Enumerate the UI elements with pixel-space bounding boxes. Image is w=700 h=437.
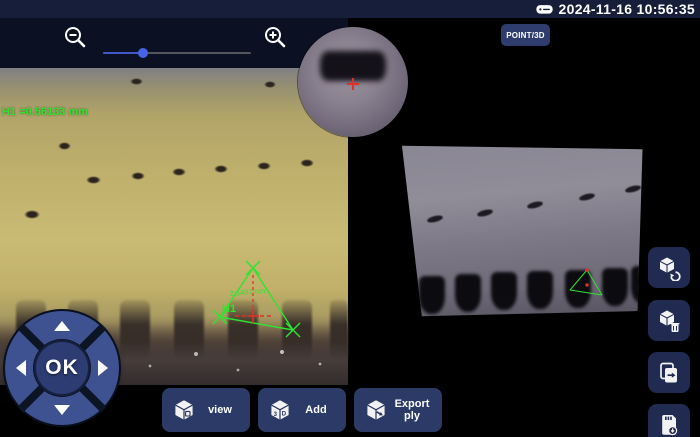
ok-label: OK (45, 356, 79, 380)
cloud-hole (427, 214, 444, 224)
storage-drive-icon (535, 2, 554, 16)
arrow-down-icon[interactable] (54, 405, 70, 415)
loupe-crosshair-icon (347, 78, 359, 90)
zoom-panel (0, 18, 348, 68)
measurement-readout: H1 =0.56133 mm (2, 106, 88, 118)
zoom-slider-thumb[interactable] (138, 48, 148, 58)
view-button-label: view (196, 404, 250, 416)
export-ply-button[interactable]: Export ply (354, 388, 442, 432)
dpad-control: OK (5, 311, 119, 425)
sd-card-save-icon (656, 412, 682, 437)
zoom-in-button[interactable] (262, 24, 288, 50)
surface-hole (300, 159, 314, 167)
surface-hole (24, 210, 40, 219)
cloud-hole (579, 192, 596, 202)
surface-hole (264, 81, 276, 88)
cloud-hole (527, 200, 544, 210)
cloud-notch (527, 271, 553, 309)
cursor-marker (585, 283, 588, 286)
cube-add-icon: 3 D (268, 398, 292, 422)
svg-text:D: D (282, 411, 287, 417)
rotate-model-button[interactable] (648, 247, 690, 288)
status-bar: 2024-11-16 10:56:35 (0, 0, 700, 18)
copy-pages-icon (656, 360, 682, 386)
save-to-sd-button[interactable] (648, 404, 690, 437)
arrow-up-icon[interactable] (54, 321, 70, 331)
surface-hole (257, 162, 271, 170)
cube-delete-icon (656, 308, 682, 334)
delete-model-button[interactable] (648, 300, 690, 341)
point-cloud-annotation (556, 256, 620, 306)
vertex-x-markers (213, 261, 300, 337)
surface-hole (172, 168, 186, 176)
surface-hole (130, 78, 143, 85)
arrow-right-icon[interactable] (98, 360, 108, 376)
add-button[interactable]: 3 D Add (258, 388, 346, 432)
ok-button[interactable]: OK (34, 340, 90, 396)
copy-export-button[interactable] (648, 352, 690, 393)
cloud-hole (625, 184, 642, 194)
surface-hole (86, 176, 101, 184)
loupe-preview (298, 27, 408, 137)
mode-button-label: POINT/3D (506, 31, 545, 40)
datetime-text: 2024-11-16 10:56:35 (559, 1, 695, 17)
cube-export-icon (364, 398, 388, 422)
point-label: H1 (222, 303, 236, 315)
add-button-label: Add (292, 404, 346, 416)
cube-rotate-icon (656, 255, 682, 281)
loupe-notch-detail (320, 51, 386, 81)
edge-length-label: 2.1482mm (229, 286, 265, 298)
vertex-marker (585, 268, 588, 271)
cloud-notch (491, 272, 517, 310)
export-ply-button-label: Export ply (388, 398, 442, 422)
measurement-screen: 2024-11-16 10:56:35 (0, 0, 700, 437)
view-button[interactable]: view (162, 388, 250, 432)
point-3d-mode-button[interactable]: POINT/3D (501, 24, 550, 46)
zoom-slider[interactable] (103, 52, 251, 54)
surface-hole (214, 165, 228, 173)
measurement-annotation: H1 2.1482mm (188, 248, 358, 358)
surface-hole (131, 172, 145, 180)
clock: 2024-11-16 10:56:35 (535, 0, 695, 18)
magnifier-minus-icon (62, 24, 88, 50)
cloud-notch (419, 276, 445, 314)
cursor-crosshair (235, 275, 271, 323)
cloud-hole (477, 208, 494, 218)
arrow-left-icon[interactable] (16, 360, 26, 376)
zoom-out-button[interactable] (62, 24, 88, 50)
magnifier-plus-icon (262, 24, 288, 50)
cloud-notch (455, 274, 481, 312)
surface-hole (58, 142, 71, 150)
cube-view-icon (172, 398, 196, 422)
